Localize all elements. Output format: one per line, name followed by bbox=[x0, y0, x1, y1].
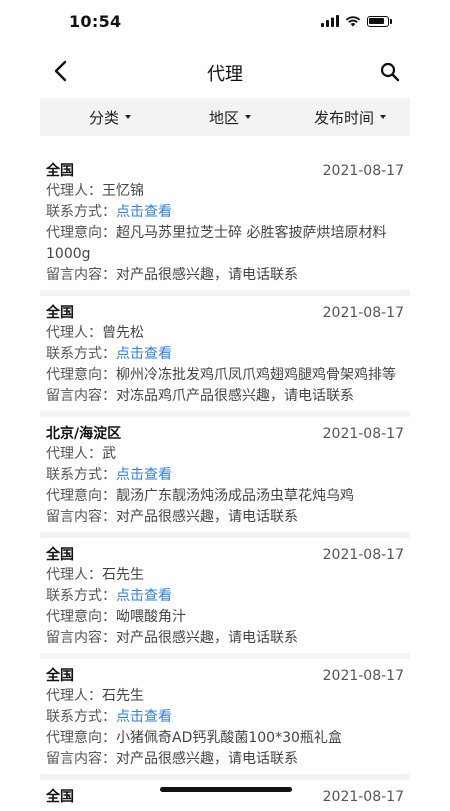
status-bar: 10:54 bbox=[0, 0, 450, 46]
message-row: 留言内容：对产品很感兴趣，请电话联系 bbox=[46, 628, 404, 649]
contact-row: 联系方式：点击查看 bbox=[46, 344, 404, 365]
message-value: 对产品很感兴趣，请电话联系 bbox=[116, 509, 298, 525]
item-region: 全国 bbox=[46, 305, 74, 321]
filter-category[interactable]: 分类 bbox=[40, 107, 170, 128]
contact-label: 联系方式： bbox=[46, 204, 116, 220]
message-row: 留言内容：对产品很感兴趣，请电话联系 bbox=[46, 265, 404, 286]
agent-row: 代理人：王忆锦 bbox=[46, 181, 404, 202]
list-item[interactable]: 全国 2021-08-17 代理人：曾先松 联系方式：点击查看 代理意向：柳州冷… bbox=[40, 296, 410, 411]
item-region: 全国 bbox=[46, 547, 74, 563]
view-contact-link[interactable]: 点击查看 bbox=[116, 204, 172, 220]
intent-value: 柳州冷冻批发鸡爪凤爪鸡翅鸡腿鸡骨架鸡排等 bbox=[116, 367, 396, 383]
contact-row: 联系方式：点击查看 bbox=[46, 202, 404, 223]
intent-value: 呦喂酸角汁 bbox=[116, 609, 186, 625]
view-contact-link[interactable]: 点击查看 bbox=[116, 709, 172, 725]
item-region: 全国 bbox=[46, 668, 74, 684]
list-item[interactable]: 北京/海淀区 2021-08-17 代理人：武 联系方式：点击查看 代理意向：靓… bbox=[40, 417, 410, 532]
intent-row: 代理意向：超凡马苏里拉芝士碎 必胜客披萨烘培原材料 1000g bbox=[46, 223, 404, 265]
agent-label: 代理人： bbox=[46, 446, 102, 462]
message-row: 留言内容：对产品很感兴趣，请电话联系 bbox=[46, 749, 404, 770]
message-value: 对产品很感兴趣，请电话联系 bbox=[116, 751, 298, 767]
agent-row: 代理人：曾先松 bbox=[46, 323, 404, 344]
intent-label: 代理意向： bbox=[46, 367, 116, 383]
agent-value: 王忆锦 bbox=[102, 183, 144, 199]
intent-value: 靓汤广东靓汤炖汤成品汤虫草花炖乌鸡 bbox=[116, 488, 354, 504]
message-label: 留言内容： bbox=[46, 267, 116, 283]
agent-value: 武 bbox=[102, 446, 116, 462]
intent-row: 代理意向：靓汤广东靓汤炖汤成品汤虫草花炖乌鸡 bbox=[46, 486, 404, 507]
search-icon[interactable] bbox=[378, 60, 402, 84]
list-item[interactable]: 全国 2021-08-17 代理人：石先生 联系方式：点击查看 代理意向：呦喂酸… bbox=[40, 538, 410, 653]
agent-row: 代理人：石先生 bbox=[46, 686, 404, 707]
signal-icon bbox=[321, 15, 339, 27]
agent-list: 全国 2021-08-17 代理人：王忆锦 联系方式：点击查看 代理意向：超凡马… bbox=[40, 154, 410, 811]
filter-publish-time-label: 发布时间 bbox=[313, 108, 374, 127]
item-region: 全国 bbox=[46, 789, 74, 805]
status-icons bbox=[321, 15, 392, 27]
message-label: 留言内容： bbox=[46, 630, 116, 646]
filter-region[interactable]: 地区 bbox=[170, 107, 290, 128]
home-indicator[interactable] bbox=[160, 787, 292, 792]
agent-value: 曾先松 bbox=[102, 325, 144, 341]
message-row: 留言内容：对产品很感兴趣，请电话联系 bbox=[46, 507, 404, 528]
caret-down-icon bbox=[380, 115, 386, 119]
item-date: 2021-08-17 bbox=[322, 789, 404, 805]
list-item[interactable]: 全国 2021-08-17 代理人：石先生 联系方式：点击查看 代理意向：小猪佩… bbox=[40, 659, 410, 774]
battery-tip bbox=[390, 18, 392, 24]
wifi-icon bbox=[345, 16, 361, 27]
view-contact-link[interactable]: 点击查看 bbox=[116, 346, 172, 362]
intent-row: 代理意向：呦喂酸角汁 bbox=[46, 607, 404, 628]
message-label: 留言内容： bbox=[46, 509, 116, 525]
caret-down-icon bbox=[125, 115, 131, 119]
contact-label: 联系方式： bbox=[46, 467, 116, 483]
contact-row: 联系方式：点击查看 bbox=[46, 465, 404, 486]
filter-bar: 分类 地区 发布时间 bbox=[40, 98, 410, 136]
agent-row: 代理人：武 bbox=[46, 444, 404, 465]
view-contact-link[interactable]: 点击查看 bbox=[116, 588, 172, 604]
agent-value: 石先生 bbox=[102, 688, 144, 704]
item-date: 2021-08-17 bbox=[322, 163, 404, 179]
contact-row: 联系方式：点击查看 bbox=[46, 707, 404, 728]
item-region: 北京/海淀区 bbox=[46, 426, 122, 442]
agent-label: 代理人： bbox=[46, 325, 102, 341]
agent-row: 代理人：石先生 bbox=[46, 565, 404, 586]
agent-label: 代理人： bbox=[46, 567, 102, 583]
caret-down-icon bbox=[245, 115, 251, 119]
item-date: 2021-08-17 bbox=[322, 547, 404, 563]
view-contact-link[interactable]: 点击查看 bbox=[116, 467, 172, 483]
agent-label: 代理人： bbox=[46, 183, 102, 199]
message-label: 留言内容： bbox=[46, 388, 116, 404]
intent-label: 代理意向： bbox=[46, 730, 116, 746]
item-date: 2021-08-17 bbox=[322, 426, 404, 442]
contact-label: 联系方式： bbox=[46, 588, 116, 604]
message-value: 对产品很感兴趣，请电话联系 bbox=[116, 267, 298, 283]
intent-label: 代理意向： bbox=[46, 609, 116, 625]
contact-row: 联系方式：点击查看 bbox=[46, 586, 404, 607]
intent-label: 代理意向： bbox=[46, 488, 116, 504]
message-row: 留言内容：对冻品鸡爪产品很感兴趣，请电话联系 bbox=[46, 386, 404, 407]
message-value: 对冻品鸡爪产品很感兴趣，请电话联系 bbox=[116, 388, 354, 404]
intent-row: 代理意向：柳州冷冻批发鸡爪凤爪鸡翅鸡腿鸡骨架鸡排等 bbox=[46, 365, 404, 386]
battery-icon bbox=[367, 15, 389, 27]
item-date: 2021-08-17 bbox=[322, 668, 404, 684]
message-value: 对产品很感兴趣，请电话联系 bbox=[116, 630, 298, 646]
filter-region-label: 地区 bbox=[208, 108, 239, 127]
filter-category-label: 分类 bbox=[88, 108, 119, 127]
intent-label: 代理意向： bbox=[46, 225, 116, 241]
item-region: 全国 bbox=[46, 163, 74, 179]
nav-bar: 代理 bbox=[0, 48, 450, 94]
item-date: 2021-08-17 bbox=[322, 305, 404, 321]
agent-label: 代理人： bbox=[46, 688, 102, 704]
list-item[interactable]: 全国 2021-08-17 代理人：王忆锦 联系方式：点击查看 代理意向：超凡马… bbox=[40, 154, 410, 290]
intent-row: 代理意向：小猪佩奇AD钙乳酸菌100*30瓶礼盒 bbox=[46, 728, 404, 749]
list-item[interactable]: 全国 2021-08-17 bbox=[40, 780, 410, 811]
contact-label: 联系方式： bbox=[46, 346, 116, 362]
status-time: 10:54 bbox=[69, 12, 122, 31]
filter-publish-time[interactable]: 发布时间 bbox=[290, 107, 410, 128]
intent-value: 小猪佩奇AD钙乳酸菌100*30瓶礼盒 bbox=[116, 730, 342, 746]
message-label: 留言内容： bbox=[46, 751, 116, 767]
contact-label: 联系方式： bbox=[46, 709, 116, 725]
agent-value: 石先生 bbox=[102, 567, 144, 583]
